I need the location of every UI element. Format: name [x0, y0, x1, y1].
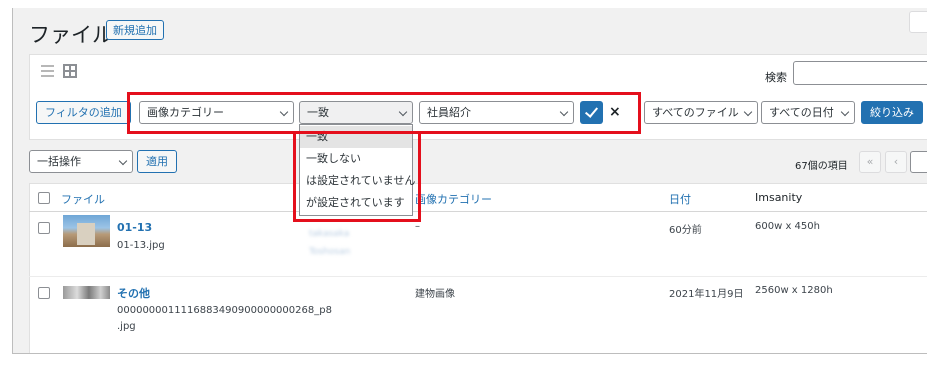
- select-all-checkbox[interactable]: [38, 192, 50, 204]
- column-header-category[interactable]: 画像カテゴリー: [415, 191, 492, 207]
- file-category: 建物画像: [415, 289, 455, 300]
- prev-page-button[interactable]: ‹: [885, 151, 907, 173]
- chevron-down-icon: [118, 156, 128, 166]
- column-header-date[interactable]: 日付: [669, 191, 691, 207]
- bulk-apply-button[interactable]: 適用: [137, 150, 177, 173]
- divider: [29, 211, 927, 212]
- author-blurred: Toshosan: [309, 247, 351, 257]
- first-page-button[interactable]: «: [859, 151, 881, 173]
- file-name: 01-13.jpg: [117, 240, 165, 251]
- highlight-box: [127, 92, 641, 134]
- file-thumbnail[interactable]: [63, 286, 110, 299]
- file-name-ext: .jpg: [117, 321, 136, 332]
- file-size: 2560w x 1280h: [755, 285, 833, 296]
- row-checkbox[interactable]: [38, 287, 50, 299]
- column-header-imsanity: Imsanity: [755, 191, 803, 204]
- file-date: 60分前: [669, 225, 702, 236]
- list-view-icon[interactable]: [41, 65, 54, 77]
- page-title: ファイル: [29, 23, 113, 47]
- dates-select-value: すべての日付: [769, 106, 834, 119]
- grid-view-icon[interactable]: [63, 64, 77, 78]
- file-title-link[interactable]: 01-13: [117, 221, 152, 234]
- bulk-action-select[interactable]: 一括操作: [29, 150, 133, 173]
- row-checkbox[interactable]: [38, 222, 50, 234]
- files-select-value: すべてのファイル: [652, 106, 739, 119]
- highlight-box: [293, 132, 421, 222]
- item-count: 67個の項目: [795, 161, 848, 172]
- admin-frame: ファイル 新規追加 検索 フィルタの追加 画像カテゴリー 一致 社員紹介 × す…: [12, 8, 927, 354]
- search-input[interactable]: [793, 61, 927, 85]
- screen-options-button[interactable]: [909, 11, 927, 33]
- file-name: 0000000011116883490900000000268_p8: [117, 305, 332, 316]
- page-number-input[interactable]: [910, 151, 927, 173]
- file-thumbnail[interactable]: [63, 215, 110, 247]
- add-filter-button[interactable]: フィルタの追加: [36, 101, 131, 124]
- file-category: –: [415, 221, 420, 232]
- chevron-down-icon: [743, 107, 753, 117]
- files-select[interactable]: すべてのファイル: [644, 101, 758, 124]
- dates-select[interactable]: すべての日付: [761, 101, 855, 124]
- narrow-button[interactable]: 絞り込み: [861, 101, 923, 124]
- media-table: [29, 183, 927, 353]
- file-title-link[interactable]: その他: [117, 285, 150, 301]
- file-date: 2021年11月9日: [669, 289, 744, 300]
- author-blurred: takasaka: [309, 229, 350, 239]
- chevron-down-icon: [840, 107, 850, 117]
- search-label: 検索: [765, 71, 787, 84]
- divider: [29, 276, 927, 277]
- column-header-file[interactable]: ファイル: [61, 191, 105, 207]
- bulk-action-value: 一括操作: [37, 155, 81, 168]
- add-new-button[interactable]: 新規追加: [106, 20, 164, 40]
- file-size: 600w x 450h: [755, 221, 820, 232]
